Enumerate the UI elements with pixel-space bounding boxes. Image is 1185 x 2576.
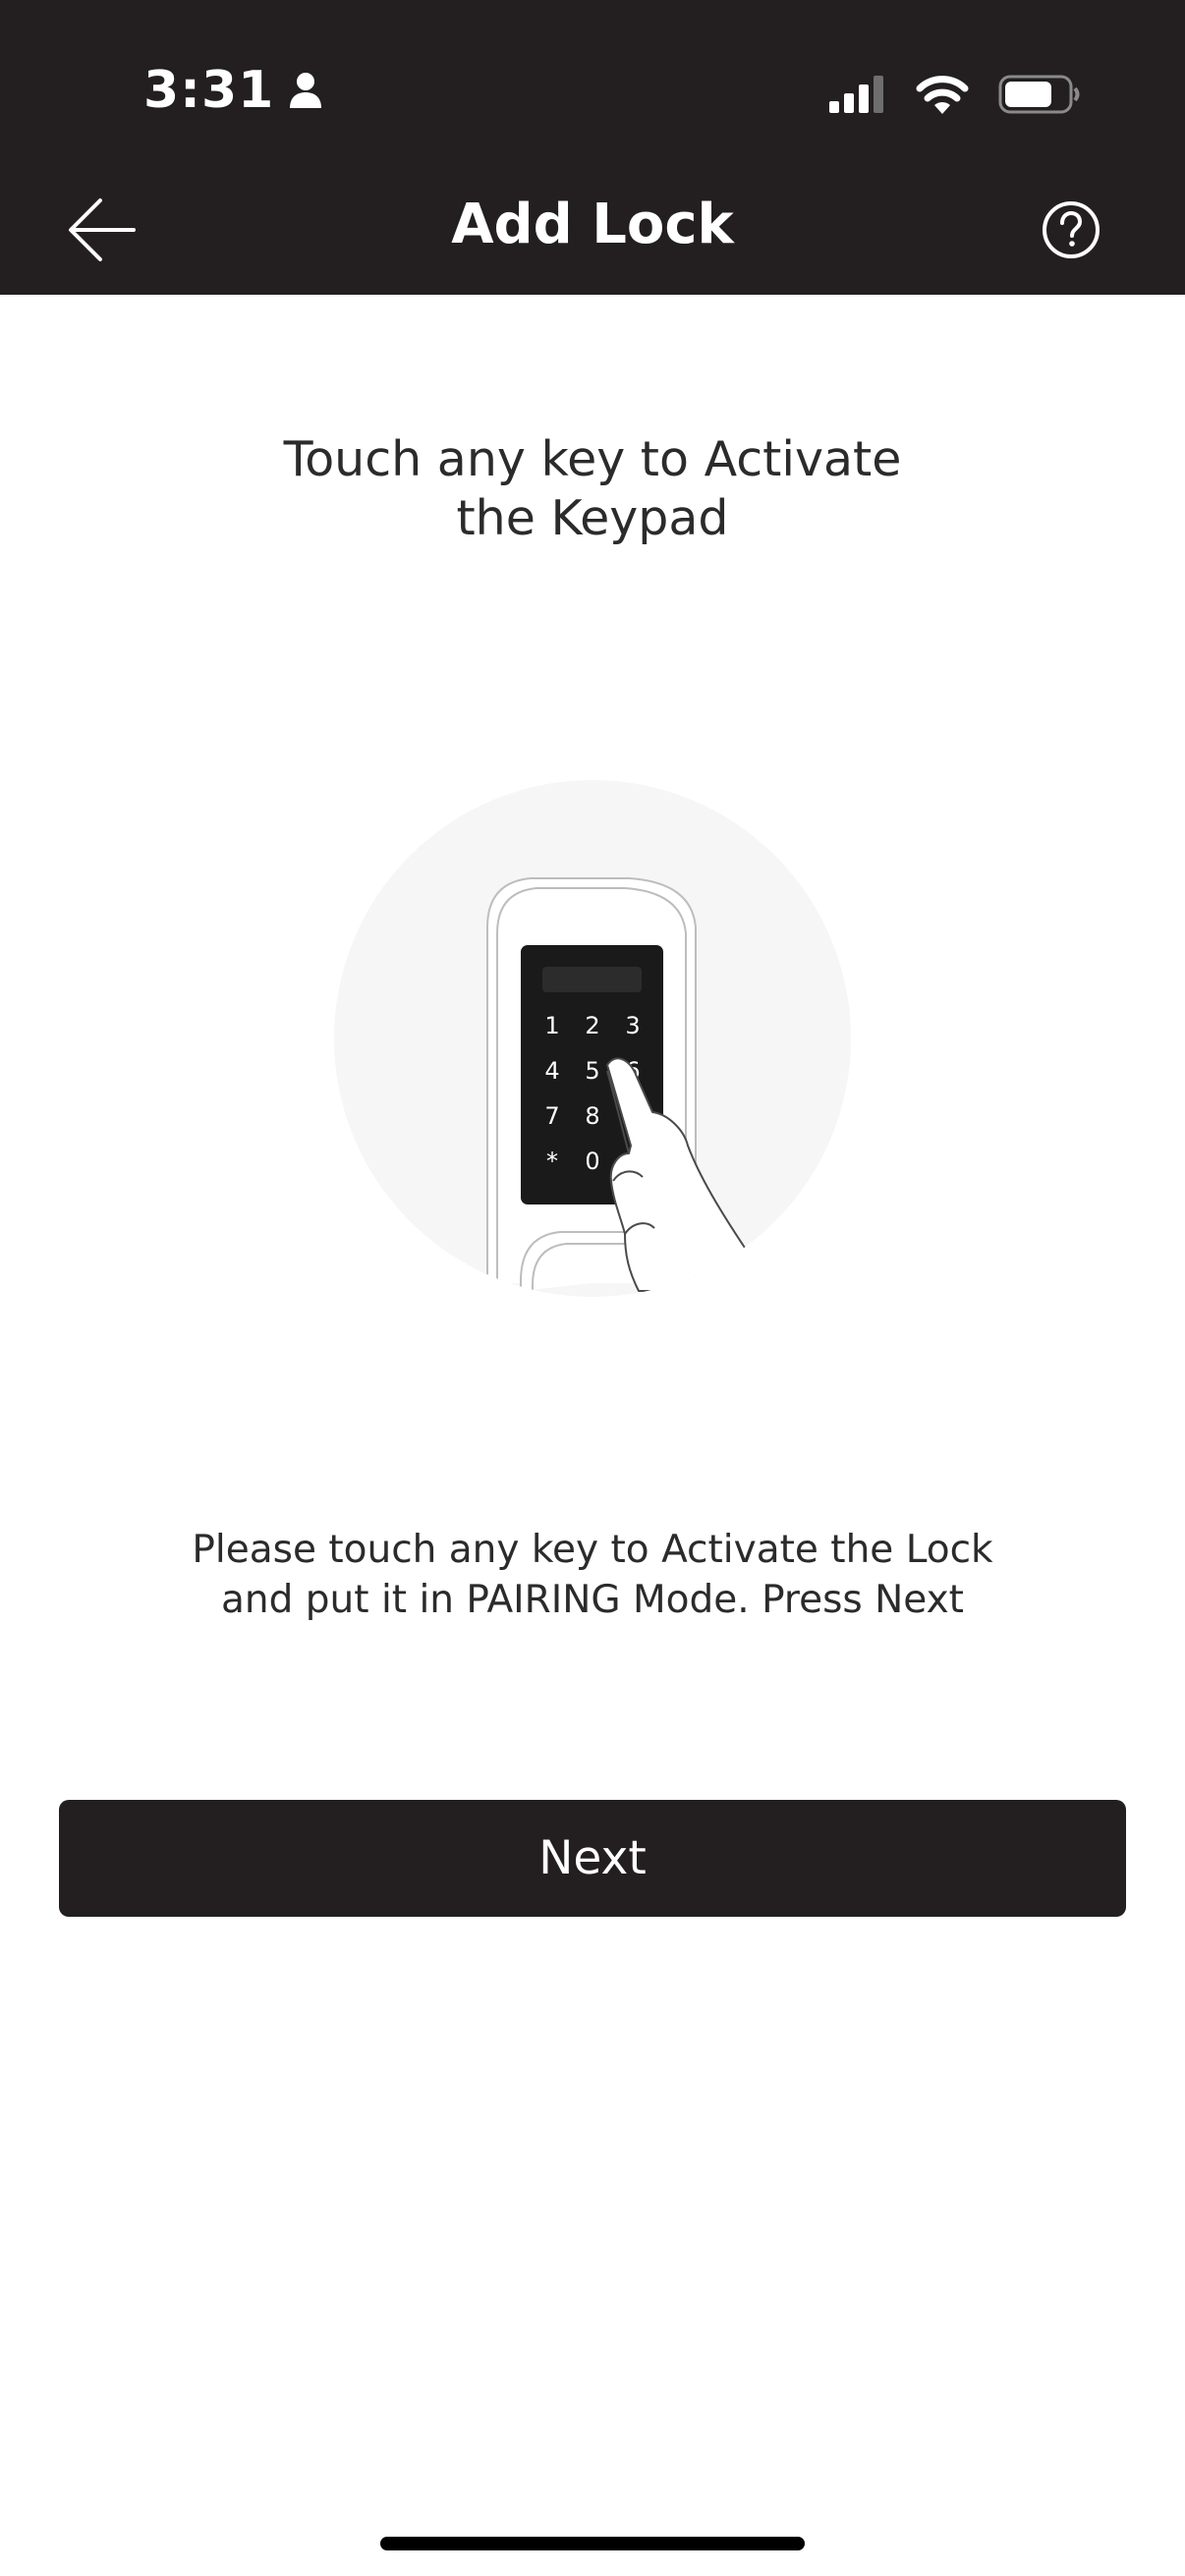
instruction-line-1: Please touch any key to Activate the Loc… xyxy=(192,1528,993,1572)
heading-line-1: Touch any key to Activate xyxy=(283,431,902,487)
next-button[interactable]: Next xyxy=(59,1800,1126,1917)
keypad-key: 4 xyxy=(544,1057,559,1085)
keypad-key: * xyxy=(546,1148,558,1175)
keypad-key: 2 xyxy=(585,1012,599,1039)
battery-icon xyxy=(998,75,1080,114)
status-time: 3:31 xyxy=(143,61,323,120)
keypad-key: 0 xyxy=(585,1148,599,1175)
heading: Touch any key to Activate the Keypad xyxy=(0,430,1185,548)
keypad-key: 8 xyxy=(585,1102,599,1130)
person-icon xyxy=(290,73,322,108)
instruction-text: Please touch any key to Activate the Loc… xyxy=(0,1525,1185,1625)
signal-icon xyxy=(829,76,883,113)
wifi-icon xyxy=(916,76,969,114)
page-title: Add Lock xyxy=(451,193,734,256)
heading-line-2: the Keypad xyxy=(456,490,729,546)
next-button-label: Next xyxy=(538,1831,647,1885)
keypad-key: 7 xyxy=(544,1102,559,1130)
keypad-illustration: 123456789*0# xyxy=(334,780,851,1297)
help-icon[interactable] xyxy=(1042,200,1100,259)
top-bar: 3:31 Add Lock xyxy=(0,0,1185,295)
status-time-text: 3:31 xyxy=(143,61,275,120)
keypad-key: 5 xyxy=(585,1057,599,1085)
keypad-key: 1 xyxy=(544,1012,559,1039)
status-icons xyxy=(829,75,1081,114)
instruction-line-2: and put it in PAIRING Mode. Press Next xyxy=(221,1578,964,1622)
keypad-key: 3 xyxy=(625,1012,640,1039)
home-indicator[interactable] xyxy=(380,2537,805,2550)
